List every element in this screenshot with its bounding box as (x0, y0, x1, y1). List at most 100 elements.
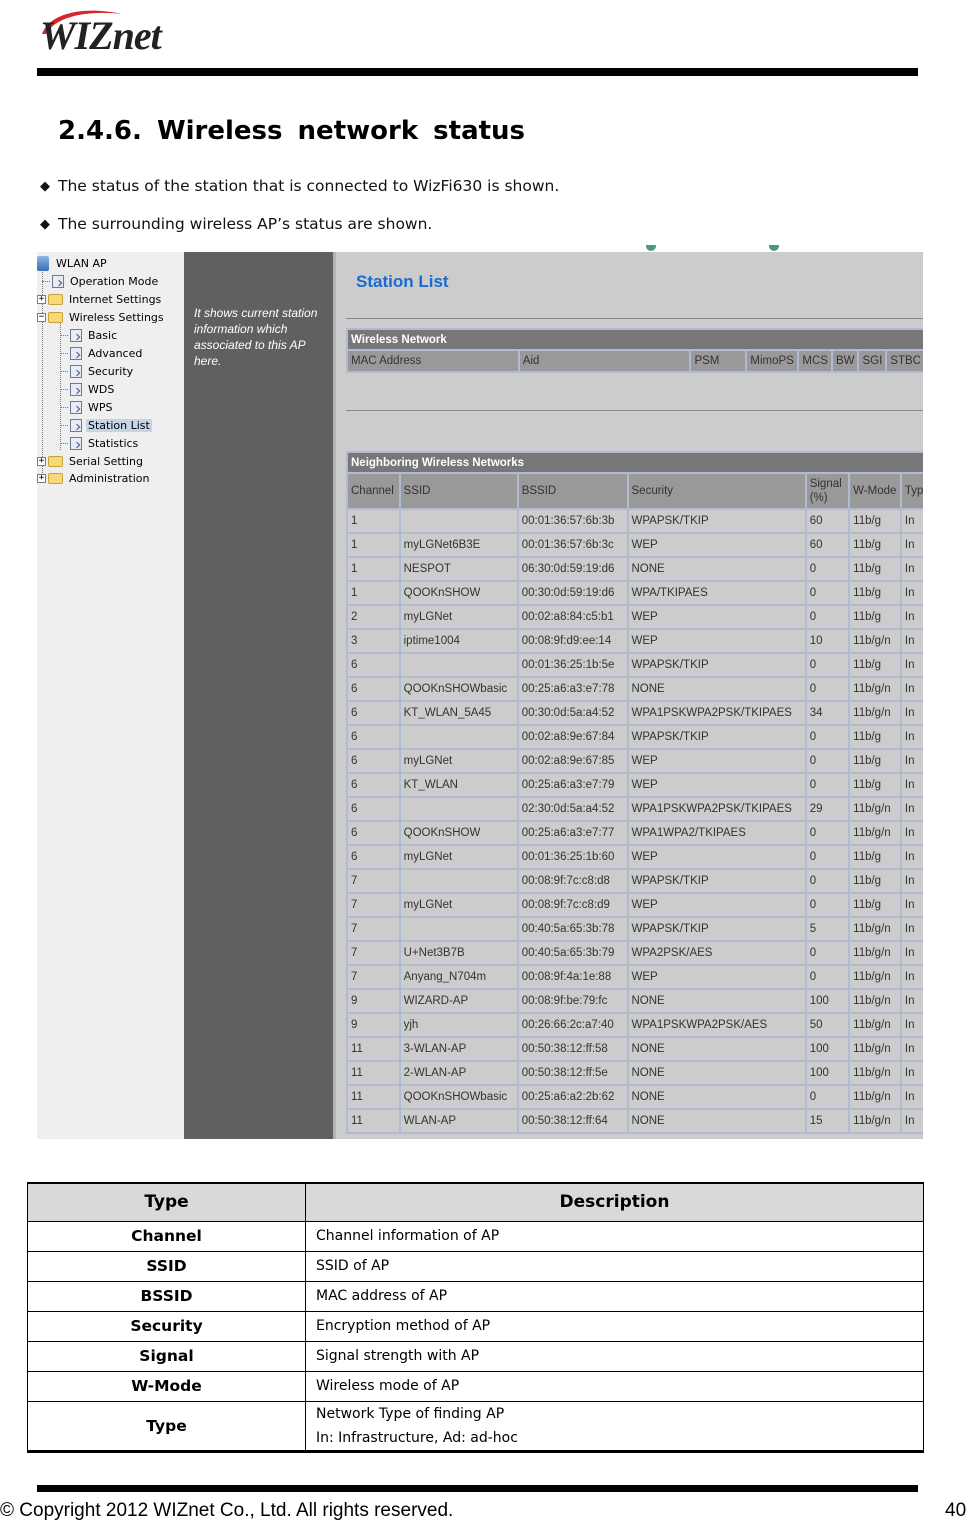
table-cell: WLAN-AP (400, 1110, 517, 1132)
table-cell: In (901, 582, 923, 604)
table-cell: WEP (628, 774, 805, 796)
page-icon (52, 274, 64, 288)
table-cell: 11 (348, 1110, 399, 1132)
diamond-bullet-icon: ◆ (40, 216, 50, 232)
table-cell: 11b/g (850, 750, 900, 772)
tree-item-serial-setting[interactable]: + Serial Setting (37, 453, 145, 469)
tree-item-administration[interactable]: + Administration (37, 470, 152, 486)
tree-item-wds[interactable]: WDS (60, 381, 116, 397)
table-cell: WEP (628, 534, 805, 556)
table-cell: In (901, 750, 923, 772)
table-cell: QOOKnSHOWbasic (400, 1086, 517, 1108)
table-cell: In (901, 510, 923, 532)
table-row: 11 3-WLAN-AP 00:50:38:12:ff:58 NONE 100 11b/g… (348, 1038, 923, 1060)
table-cell: 11b/g (850, 726, 900, 748)
table-cell: In (901, 942, 923, 964)
expand-plus-icon[interactable]: + (37, 456, 46, 466)
column-header: SSID (400, 474, 517, 508)
tree-item-operation-mode[interactable]: Operation Mode (42, 273, 160, 289)
table-cell: 00:08:9f:7c:c8:d9 (518, 894, 627, 916)
description-table: Type Description Channel Channel informat… (27, 1182, 924, 1453)
description-cell: Network Type of finding AP In: Infrastruc… (305, 1400, 924, 1453)
table-cell: In (901, 558, 923, 580)
table-cell: myLGNet (400, 606, 517, 628)
description-line: MAC address of AP (316, 1288, 448, 1304)
table-cell: In (901, 678, 923, 700)
table-cell (400, 654, 517, 676)
table-cell: 11b/g (850, 846, 900, 868)
table-cell: 6 (348, 846, 399, 868)
table-row: 6 00:01:36:25:1b:5e WPAPSK/TKIP 0 11b/g In (348, 654, 923, 676)
table-cell: WIZARD-AP (400, 990, 517, 1012)
table-cell: 11b/g/n (850, 1086, 900, 1108)
table-row: 6 myLGNet 00:02:a8:9e:67:85 WEP 0 11b/g In (348, 750, 923, 772)
table-cell: 00:26:66:2c:a7:40 (518, 1014, 627, 1036)
table-cell: KT_WLAN (400, 774, 517, 796)
table-cell: 0 (806, 942, 849, 964)
description-row: Type Network Type of finding AP In: Infras… (27, 1400, 924, 1453)
tree-item-wireless-settings[interactable]: − Wireless Settings (37, 309, 166, 325)
tree-root-wlan-ap[interactable]: WLAN AP (37, 255, 109, 271)
table-cell: 11b/g/n (850, 918, 900, 940)
tree-item-statistics[interactable]: Statistics (60, 435, 140, 451)
table-cell: 11 (348, 1086, 399, 1108)
table-cell: NONE (628, 990, 805, 1012)
table-cell: 00:01:36:57:6b:3b (518, 510, 627, 532)
computer-icon (37, 255, 49, 271)
table-cell: 00:08:9f:4a:1e:88 (518, 966, 627, 988)
column-header: W-Mode (850, 474, 900, 508)
table-cell: 00:02:a8:9e:67:85 (518, 750, 627, 772)
expand-plus-icon[interactable]: + (37, 473, 46, 483)
folder-open-icon (48, 311, 63, 323)
table-cell: 1 (348, 558, 399, 580)
expand-plus-icon[interactable]: + (37, 294, 46, 304)
tree-item-basic[interactable]: Basic (60, 327, 119, 343)
table-cell: iptime1004 (400, 630, 517, 652)
column-header: SGI (859, 351, 886, 371)
page-icon (70, 400, 82, 414)
description-line: Network Type of finding AP (316, 1405, 505, 1422)
table-cell: WEP (628, 630, 805, 652)
column-header: Channel (348, 474, 399, 508)
table-cell: QOOKnSHOWbasic (400, 678, 517, 700)
table-cell: In (901, 1110, 923, 1132)
table-cell (400, 798, 517, 820)
table-cell: In (901, 1014, 923, 1036)
table-cell: QOOKnSHOW (400, 822, 517, 844)
table-cell: 2-WLAN-AP (400, 1062, 517, 1084)
table-cell: 00:08:9f:be:79:fc (518, 990, 627, 1012)
table-cell: WEP (628, 966, 805, 988)
description-line: SSID of AP (316, 1258, 390, 1274)
table-cell (400, 918, 517, 940)
table-cell: myLGNet (400, 846, 517, 868)
description-row: SSID SSID of AP (27, 1250, 924, 1282)
table-row: 3 iptime1004 00:08:9f:d9:ee:14 WEP 10 11b/g/n… (348, 630, 923, 652)
tree-item-wps[interactable]: WPS (60, 399, 115, 415)
table-cell: Anyang_N704m (400, 966, 517, 988)
table-cell: myLGNet (400, 894, 517, 916)
table-cell: In (901, 798, 923, 820)
column-header: MAC Address (348, 351, 518, 371)
table-cell: WEP (628, 606, 805, 628)
tree-item-internet-settings[interactable]: + Internet Settings (37, 291, 163, 307)
table-row: 6 KT_WLAN 00:25:a6:a3:e7:79 WEP 0 11b/g In (348, 774, 923, 796)
table-cell: 0 (806, 870, 849, 892)
tree-item-advanced[interactable]: Advanced (60, 345, 144, 361)
table-cell: In (901, 1062, 923, 1084)
table-cell: WPAPSK/TKIP (628, 510, 805, 532)
table-cell: 7 (348, 966, 399, 988)
description-cell: Encryption method of AP (305, 1310, 924, 1342)
tree-item-security[interactable]: Security (60, 363, 135, 379)
table-cell: 11 (348, 1038, 399, 1060)
table-cell: 0 (806, 678, 849, 700)
table-cell: 0 (806, 774, 849, 796)
table-cell: 2 (348, 606, 399, 628)
column-header: Aid (519, 351, 690, 371)
description-line: Channel information of AP (316, 1228, 500, 1244)
table-cell: 11b/g/n (850, 1110, 900, 1132)
navigation-tree: WLAN AP Operation Mode + Internet Settin… (37, 252, 184, 1139)
tree-item-station-list[interactable]: Station List (60, 417, 152, 433)
table-cell: WEP (628, 750, 805, 772)
collapse-minus-icon[interactable]: − (37, 312, 46, 322)
divider (346, 410, 923, 411)
